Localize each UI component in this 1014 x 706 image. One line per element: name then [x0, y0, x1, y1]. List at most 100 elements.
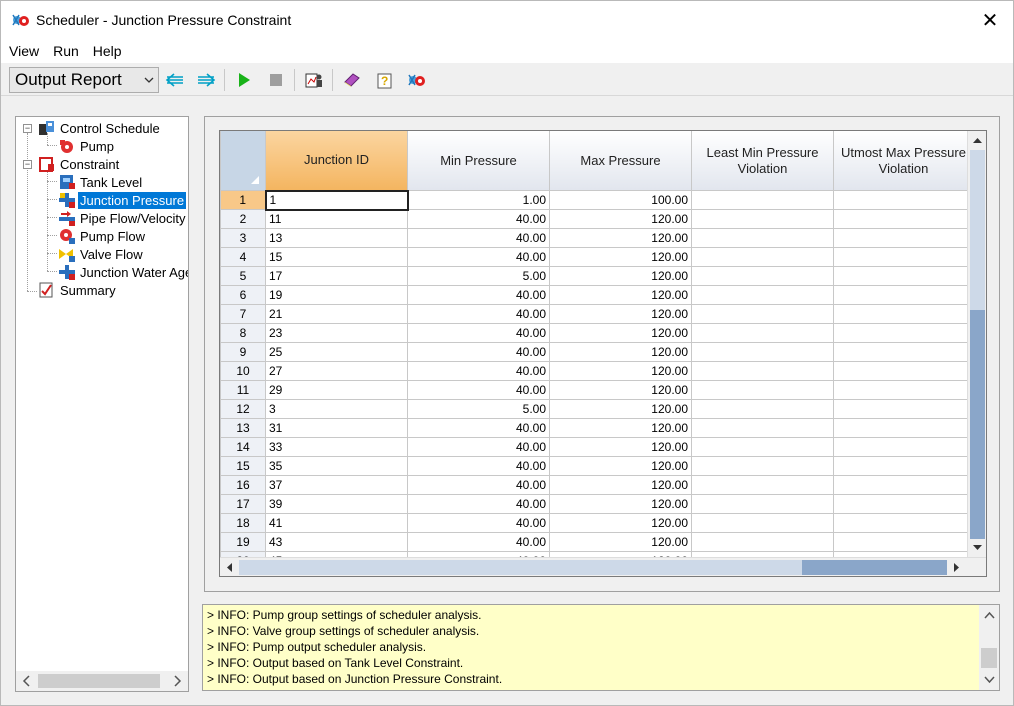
column-header-least-min-pressure-violation[interactable]: Least Min Pressure Violation: [691, 131, 834, 191]
tree-item-control-schedule[interactable]: Control Schedule: [38, 119, 162, 137]
cell-max-pressure[interactable]: 100.00: [549, 190, 692, 210]
cell-min-pressure[interactable]: 40.00: [407, 285, 550, 305]
cell-junction-id[interactable]: 1: [264, 189, 409, 211]
scroll-right-icon[interactable]: [948, 559, 965, 576]
cell-max-pressure[interactable]: 120.00: [549, 285, 692, 305]
scroll-right-icon[interactable]: [169, 673, 185, 689]
table-row[interactable]: 3 13 40.00 120.00: [220, 228, 974, 248]
back-button[interactable]: [164, 69, 186, 91]
cell-junction-id[interactable]: 35: [265, 456, 408, 476]
cell-max-pressure[interactable]: 120.00: [549, 380, 692, 400]
cell-least-min-pressure-violation[interactable]: [691, 380, 834, 400]
cell-min-pressure[interactable]: 40.00: [407, 304, 550, 324]
cell-junction-id[interactable]: 19: [265, 285, 408, 305]
cell-utmost-max-pressure-violation[interactable]: [833, 494, 974, 514]
cell-max-pressure[interactable]: 120.00: [549, 323, 692, 343]
cell-utmost-max-pressure-violation[interactable]: [833, 342, 974, 362]
table-row[interactable]: 10 27 40.00 120.00: [220, 361, 974, 381]
cell-min-pressure[interactable]: 40.00: [407, 456, 550, 476]
table-row[interactable]: 17 39 40.00 120.00: [220, 494, 974, 514]
collapse-constraint-toggle[interactable]: −: [23, 160, 32, 169]
cell-utmost-max-pressure-violation[interactable]: [833, 380, 974, 400]
cell-max-pressure[interactable]: 120.00: [549, 494, 692, 514]
cell-utmost-max-pressure-violation[interactable]: [833, 399, 974, 419]
tree-item-junction-pressure[interactable]: Junction Pressure: [58, 191, 187, 209]
table-row[interactable]: 6 19 40.00 120.00: [220, 285, 974, 305]
cell-min-pressure[interactable]: 40.00: [407, 437, 550, 457]
cell-least-min-pressure-violation[interactable]: [691, 228, 834, 248]
row-header[interactable]: 14: [220, 437, 266, 457]
grid-horizontal-scrollbar[interactable]: [220, 557, 986, 576]
table-row[interactable]: 9 25 40.00 120.00: [220, 342, 974, 362]
row-header[interactable]: 11: [220, 380, 266, 400]
cell-max-pressure[interactable]: 120.00: [549, 475, 692, 495]
tree-item-valve-flow[interactable]: Valve Flow: [58, 245, 145, 263]
cell-max-pressure[interactable]: 120.00: [549, 437, 692, 457]
cell-junction-id[interactable]: 15: [265, 247, 408, 267]
table-row[interactable]: 15 35 40.00 120.00: [220, 456, 974, 476]
scroll-left-icon[interactable]: [19, 673, 35, 689]
scheduler-button[interactable]: [406, 69, 428, 91]
cell-min-pressure[interactable]: 40.00: [407, 247, 550, 267]
cell-max-pressure[interactable]: 120.00: [549, 418, 692, 438]
collapse-control-schedule-toggle[interactable]: −: [23, 124, 32, 133]
cell-max-pressure[interactable]: 120.00: [549, 361, 692, 381]
cell-min-pressure[interactable]: 5.00: [407, 399, 550, 419]
row-header[interactable]: 2: [220, 209, 266, 229]
select-all-corner[interactable]: [220, 131, 266, 191]
cell-max-pressure[interactable]: 120.00: [549, 342, 692, 362]
row-header[interactable]: 10: [220, 361, 266, 381]
tree-item-pump-flow[interactable]: Pump Flow: [58, 227, 147, 245]
cell-least-min-pressure-violation[interactable]: [691, 304, 834, 324]
column-header-max-pressure[interactable]: Max Pressure: [549, 131, 692, 191]
grid-hscroll-track[interactable]: [802, 560, 947, 575]
cell-max-pressure[interactable]: 120.00: [549, 304, 692, 324]
cell-junction-id[interactable]: 27: [265, 361, 408, 381]
cell-min-pressure[interactable]: 40.00: [407, 228, 550, 248]
cell-max-pressure[interactable]: 120.00: [549, 209, 692, 229]
cell-junction-id[interactable]: 17: [265, 266, 408, 286]
cell-junction-id[interactable]: 3: [265, 399, 408, 419]
cell-least-min-pressure-violation[interactable]: [691, 494, 834, 514]
cell-least-min-pressure-violation[interactable]: [691, 437, 834, 457]
cell-junction-id[interactable]: 37: [265, 475, 408, 495]
cell-utmost-max-pressure-violation[interactable]: [833, 437, 974, 457]
cell-utmost-max-pressure-violation[interactable]: [833, 247, 974, 267]
log-vertical-scrollbar[interactable]: [979, 605, 999, 690]
tree-item-junction-water-age[interactable]: Junction Water Age: [58, 263, 188, 281]
cell-min-pressure[interactable]: 40.00: [407, 323, 550, 343]
cell-least-min-pressure-violation[interactable]: [691, 266, 834, 286]
cell-junction-id[interactable]: 21: [265, 304, 408, 324]
menu-run[interactable]: Run: [46, 39, 86, 63]
cell-min-pressure[interactable]: 40.00: [407, 513, 550, 533]
cell-junction-id[interactable]: 41: [265, 513, 408, 533]
cell-least-min-pressure-violation[interactable]: [691, 323, 834, 343]
column-header-min-pressure[interactable]: Min Pressure: [407, 131, 550, 191]
tree-item-summary[interactable]: Summary: [38, 281, 118, 299]
cell-max-pressure[interactable]: 120.00: [549, 456, 692, 476]
report-button[interactable]: [303, 69, 325, 91]
cell-least-min-pressure-violation[interactable]: [691, 475, 834, 495]
table-row[interactable]: 19 43 40.00 120.00: [220, 532, 974, 552]
grid-vertical-scrollbar[interactable]: [967, 131, 986, 558]
row-header[interactable]: 15: [220, 456, 266, 476]
row-header[interactable]: 17: [220, 494, 266, 514]
cell-utmost-max-pressure-violation[interactable]: [833, 475, 974, 495]
scroll-down-icon[interactable]: [969, 539, 986, 556]
cell-utmost-max-pressure-violation[interactable]: [833, 361, 974, 381]
table-row[interactable]: 8 23 40.00 120.00: [220, 323, 974, 343]
cell-junction-id[interactable]: 31: [265, 418, 408, 438]
scroll-up-icon[interactable]: [981, 607, 998, 624]
cell-junction-id[interactable]: 11: [265, 209, 408, 229]
row-header[interactable]: 16: [220, 475, 266, 495]
manual-button[interactable]: [341, 69, 363, 91]
cell-utmost-max-pressure-violation[interactable]: [833, 228, 974, 248]
cell-utmost-max-pressure-violation[interactable]: [833, 323, 974, 343]
column-header-utmost-max-pressure-violation[interactable]: Utmost Max Pressure Violation: [833, 131, 974, 191]
cell-least-min-pressure-violation[interactable]: [691, 342, 834, 362]
table-row[interactable]: 5 17 5.00 120.00: [220, 266, 974, 286]
cell-junction-id[interactable]: 29: [265, 380, 408, 400]
cell-min-pressure[interactable]: 40.00: [407, 494, 550, 514]
row-header[interactable]: 12: [220, 399, 266, 419]
cell-least-min-pressure-violation[interactable]: [691, 513, 834, 533]
